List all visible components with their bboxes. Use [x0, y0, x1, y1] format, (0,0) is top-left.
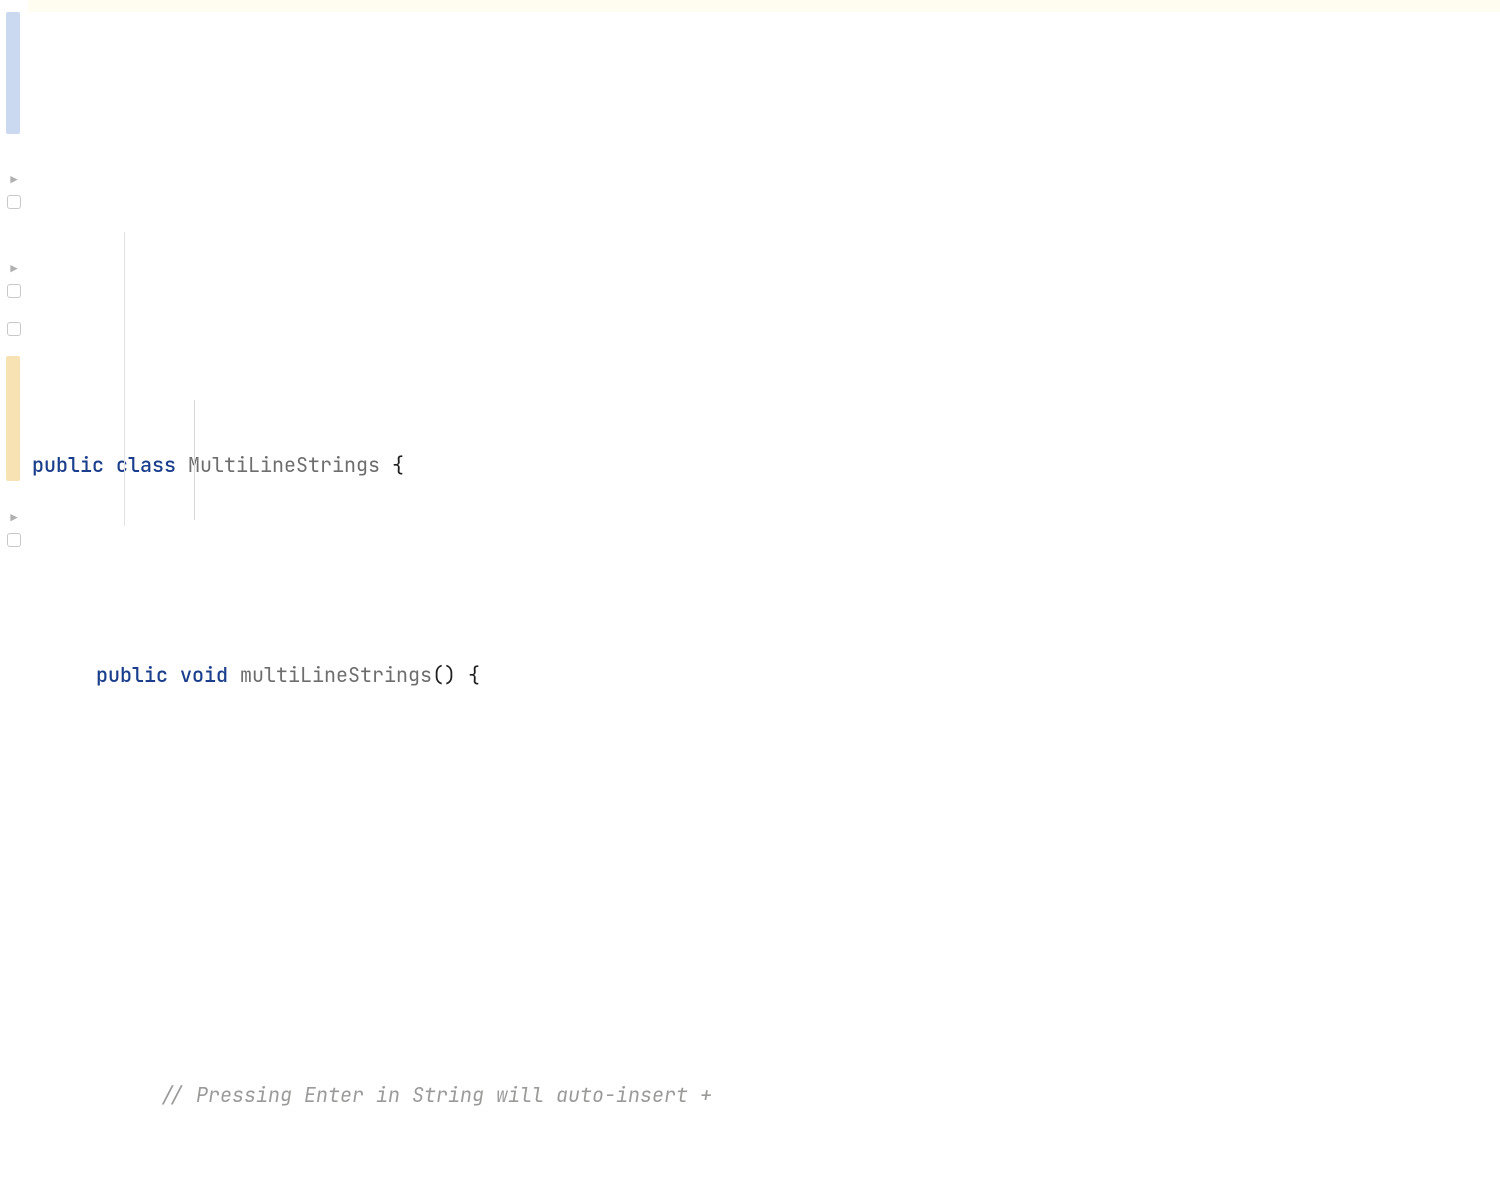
editor-gutter[interactable]: ▶ ▶ ▶: [0, 0, 28, 600]
code-line-blank: [32, 864, 1500, 906]
fold-house-icon[interactable]: [0, 322, 28, 336]
code-editor: ▶ ▶ ▶ public class MultiLineStrings { pu…: [0, 0, 1500, 600]
method-name: multiLineStrings: [240, 654, 432, 696]
fold-triangle-icon[interactable]: ▶: [0, 263, 28, 275]
fold-triangle-icon[interactable]: ▶: [0, 174, 28, 186]
gutter-selection-marker: [6, 12, 20, 134]
code-text-area[interactable]: public class MultiLineStrings { public v…: [28, 0, 1500, 600]
parens: (): [432, 654, 456, 696]
brace-open: {: [456, 654, 480, 696]
code-line: public class MultiLineStrings {: [32, 444, 1500, 486]
continuation-guide: [194, 400, 195, 520]
comment: // Pressing Enter in String will auto-in…: [160, 1074, 712, 1116]
fold-box-icon[interactable]: [0, 195, 28, 209]
fold-house-icon[interactable]: [0, 533, 28, 547]
keyword-public: public: [96, 654, 168, 696]
keyword-void: void: [180, 654, 228, 696]
fold-box-icon[interactable]: [0, 284, 28, 298]
gutter-warning-marker: [6, 356, 20, 481]
code-line: // Pressing Enter in String will auto-in…: [32, 1074, 1500, 1116]
indent-guide: [124, 232, 125, 526]
keyword-public: public: [32, 444, 104, 486]
brace-open: {: [380, 444, 404, 486]
keyword-class: class: [116, 444, 176, 486]
code-line: public void multiLineStrings() {: [32, 654, 1500, 696]
fold-triangle-icon[interactable]: ▶: [0, 512, 28, 524]
class-name: MultiLineStrings: [188, 444, 380, 486]
